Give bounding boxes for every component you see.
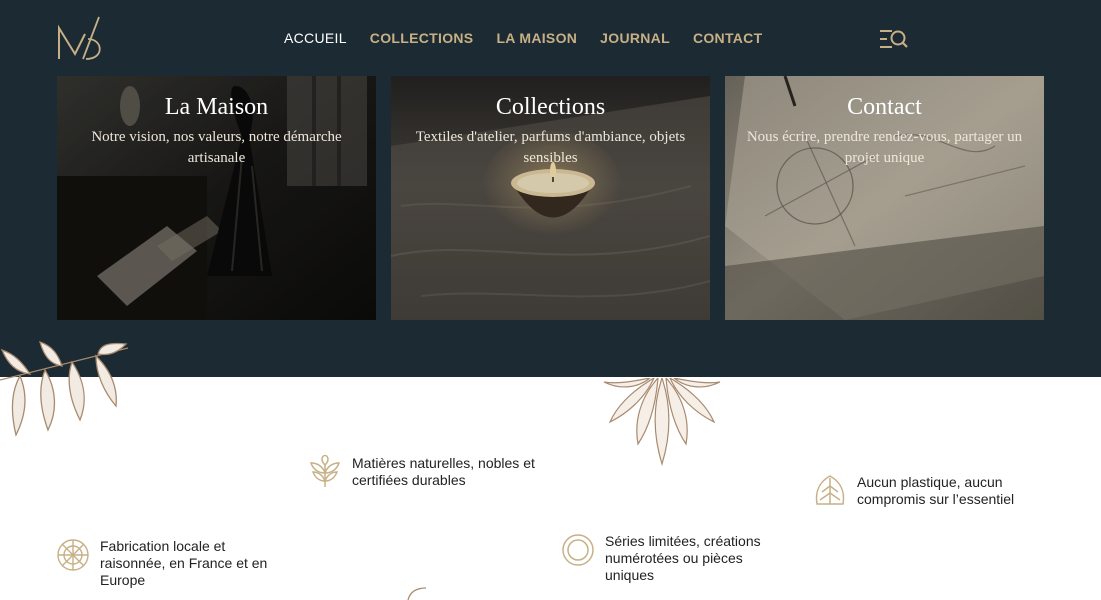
main-nav: ACCUEIL COLLECTIONS LA MAISON JOURNAL CO… <box>284 30 785 46</box>
card-title: Collections <box>495 94 606 120</box>
card-title: Contact <box>847 94 922 120</box>
leaf-tip-decoration <box>407 587 427 600</box>
card-la-maison[interactable]: La Maison Notre vision, nos valeurs, not… <box>57 76 376 320</box>
nav-link-collections[interactable]: COLLECTIONS <box>370 30 474 46</box>
card-collections[interactable]: Collections Textiles d'atelier, parfums … <box>391 76 710 320</box>
card-subtitle: Nous écrire, prendre rendez-vous, partag… <box>746 129 1023 166</box>
feature-text: Aucun plastique, aucun compromis sur l’e… <box>857 474 1015 507</box>
card-contact[interactable]: Contact Nous écrire, prendre rendez-vous… <box>725 76 1044 320</box>
feature-local-production: Fabrication locale et raisonnée, en Fran… <box>56 538 275 589</box>
wheel-icon <box>57 539 89 571</box>
brand-logo[interactable] <box>55 14 105 64</box>
feature-no-plastic: Aucun plastique, aucun compromis sur l’e… <box>813 474 1027 508</box>
feature-text: Fabrication locale et raisonnée, en Fran… <box>100 538 268 588</box>
leaf-branch-decoration <box>0 340 129 437</box>
nav-link-journal[interactable]: JOURNAL <box>600 30 670 46</box>
menu-search-icon[interactable] <box>878 28 910 50</box>
feature-limited-series: Séries limitées, créations numérotées ou… <box>561 533 770 584</box>
card-subtitle: Notre vision, nos valeurs, notre démarch… <box>91 129 342 166</box>
feature-natural-materials: Matières naturelles, nobles et certifiée… <box>308 455 542 489</box>
ring-icon <box>562 534 594 566</box>
nav-link-accueil[interactable]: ACCUEIL <box>284 30 347 46</box>
feature-text: Séries limitées, créations numérotées ou… <box>605 533 761 583</box>
palm-leaf-decoration <box>603 378 721 467</box>
leaf-icon <box>815 475 845 505</box>
sprout-icon <box>309 455 341 487</box>
card-subtitle: Textiles d'atelier, parfums d'ambiance, … <box>415 129 686 166</box>
nav-link-contact[interactable]: CONTACT <box>693 30 763 46</box>
card-title: La Maison <box>164 94 269 120</box>
nav-link-la-maison[interactable]: LA MAISON <box>496 30 577 46</box>
feature-text: Matières naturelles, nobles et certifiée… <box>352 455 535 488</box>
